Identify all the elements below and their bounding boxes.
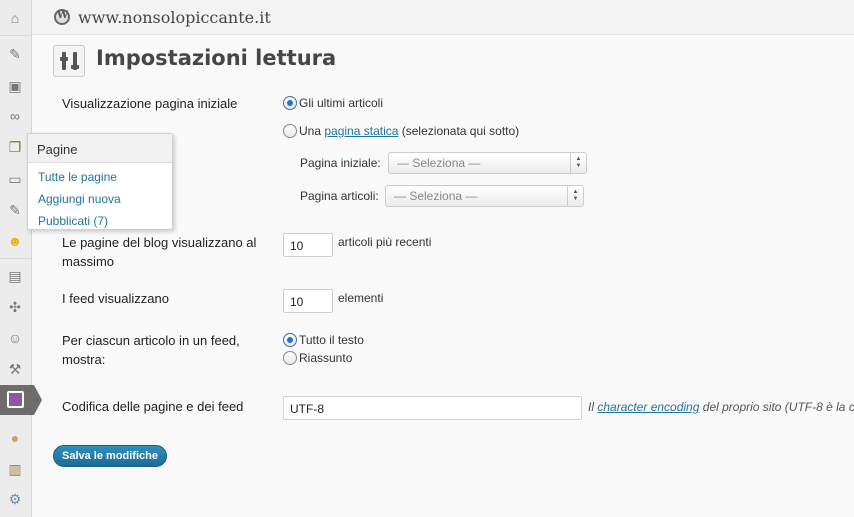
comments-icon[interactable]: ▭ [5,169,25,189]
dashboard-icon[interactable]: ⌂ [5,8,25,28]
links-icon[interactable]: ∞ [5,106,25,126]
encoding-description: Il character encoding del proprio sito (… [588,400,854,414]
option-latest-posts[interactable]: Gli ultimi articoli [283,96,383,110]
option-summary-label: Riassunto [299,351,353,365]
encoding-desc-prefix: Il [588,400,594,414]
flyout-item-published[interactable]: Pubblicati (7) [28,210,172,232]
radio-full-text[interactable] [283,333,297,347]
character-encoding-link[interactable]: character encoding [597,400,699,414]
feed-items-suffix: elementi [338,291,384,305]
users-icon[interactable]: ☺ [5,328,25,348]
page-title: Impostazioni lettura [96,46,337,70]
option-static-suffix: (selezionata qui sotto) [401,124,520,138]
settings-title-icon [53,45,85,77]
flyout-item-all-pages[interactable]: Tutte le pagine [28,166,172,188]
plugins-icon[interactable]: ✣ [5,297,25,317]
admin-sidebar: ⌂ ✎ ▣ ∞ ❐ ▭ ✎ ☻ ▤ ✣ ☺ ⚒ ● ▥ ⚙ [0,0,42,517]
posts-pin-icon[interactable]: ✎ [5,44,25,64]
option-summary[interactable]: Riassunto [283,351,352,365]
option-static-page[interactable]: Una pagina statica (selezionata qui sott… [283,124,519,138]
posts-per-page-input[interactable]: 10 [283,233,333,257]
radio-static-page[interactable] [283,124,297,138]
pages-flyout-menu: Pagine Tutte le pagine Aggiungi nuova Pu… [27,133,173,230]
pages-icon[interactable]: ❐ [5,137,25,157]
select-arrows-icon: ▲ ▼ [567,186,583,206]
posts-per-page-suffix: articoli più recenti [338,235,432,249]
option-static-prefix: Una [299,124,322,138]
wordpress-logo-icon[interactable] [54,9,70,25]
posts-per-page-label: Le pagine del blog visualizzano al massi… [62,235,257,269]
postspage-select[interactable]: — Seleziona — ▲ ▼ [385,185,584,207]
option-full-text-label: Tutto il testo [299,333,364,347]
front-page-label: Visualizzazione pagina iniziale [62,96,238,111]
save-changes-button[interactable]: Salva le modifiche [53,445,167,467]
flyout-title[interactable]: Pagine [28,134,172,163]
static-page-link[interactable]: pagina statica [324,124,398,138]
tools-icon[interactable]: ⚒ [5,359,25,379]
encoding-label: Codifica delle pagine e dei feed [62,399,244,414]
radio-latest-posts[interactable] [283,96,297,110]
radio-summary[interactable] [283,351,297,365]
gear-icon[interactable]: ⚙ [5,489,25,509]
site-name[interactable]: www.nonsolopiccante.it [78,8,271,27]
pin-icon[interactable]: ✎ [5,200,25,220]
option-latest-label: Gli ultimi articoli [299,96,384,110]
homepage-label: Pagina iniziale: [300,156,381,170]
sidebar-separator [0,35,32,36]
encoding-desc-suffix: del proprio sito (UTF-8 è la c [702,400,854,414]
feed-items-label: I feed visualizzano [62,291,169,306]
settings-menu-active[interactable] [0,385,42,415]
encoding-input[interactable]: UTF-8 [283,396,582,420]
select-arrows-icon: ▲ ▼ [570,153,586,173]
appearance-icon[interactable]: ▤ [5,266,25,286]
settings-icon [7,391,24,408]
homepage-select-value: — Seleziona — [397,156,481,170]
homepage-select[interactable]: — Seleziona — ▲ ▼ [388,152,587,174]
egg-icon[interactable]: ● [5,428,25,448]
feed-content-label: Per ciascun articolo in un feed, mostra: [62,333,240,367]
feed-items-input[interactable]: 10 [283,289,333,313]
smiley-icon[interactable]: ☻ [5,231,25,251]
flyout-item-add-new[interactable]: Aggiungi nuova [28,188,172,210]
chart-icon[interactable]: ▥ [5,459,25,479]
media-icon[interactable]: ▣ [5,76,25,96]
site-header: www.nonsolopiccante.it [32,0,854,35]
postspage-select-value: — Seleziona — [394,189,478,203]
postspage-label: Pagina articoli: [300,189,379,203]
sidebar-separator [0,258,32,259]
option-full-text[interactable]: Tutto il testo [283,333,364,347]
